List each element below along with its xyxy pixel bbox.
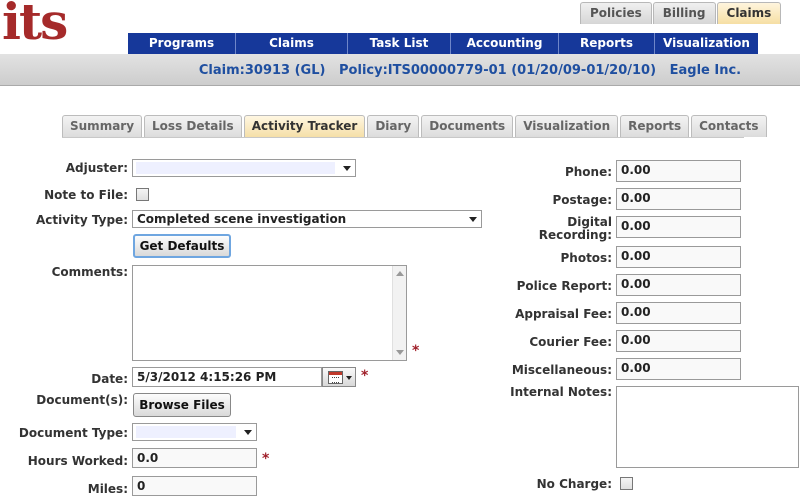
nav-visualization[interactable]: Visualization [655, 33, 758, 54]
appraisal-fee-input[interactable]: 0.00 [616, 302, 741, 324]
calendar-picker-button[interactable] [322, 367, 356, 387]
chevron-down-icon [343, 166, 351, 171]
appraisal-fee-label: Appraisal Fee: [515, 307, 612, 321]
tab-visualization[interactable]: Visualization [515, 115, 619, 137]
comments-scrollbar[interactable] [392, 266, 406, 360]
tab-policies[interactable]: Policies [580, 2, 652, 24]
adjuster-select[interactable] [132, 159, 356, 177]
note-to-file-label: Note to File: [44, 188, 128, 202]
nav-programs[interactable]: Programs [128, 33, 236, 54]
required-mark: * [361, 368, 369, 384]
document-type-label: Document Type: [18, 426, 128, 440]
browse-files-button[interactable]: Browse Files [133, 393, 231, 417]
chevron-down-icon [244, 430, 252, 435]
postage-input[interactable]: 0.00 [616, 188, 741, 210]
activity-type-label: Activity Type: [35, 213, 128, 227]
tab-reports[interactable]: Reports [620, 115, 690, 137]
required-mark: * [412, 343, 420, 359]
its-logo: its [2, 0, 68, 51]
tab-billing[interactable]: Billing [652, 2, 716, 24]
no-charge-label: No Charge: [536, 477, 612, 491]
comments-textarea[interactable] [132, 265, 407, 361]
get-defaults-button[interactable]: Get Defaults [133, 234, 231, 258]
scroll-up-icon [396, 271, 404, 276]
miles-input[interactable]: 0 [132, 476, 257, 496]
chevron-down-icon [469, 217, 477, 222]
no-charge-checkbox[interactable] [620, 477, 633, 490]
adjuster-label: Adjuster: [65, 161, 128, 175]
nav-accounting[interactable]: Accounting [451, 33, 559, 54]
tab-activity-tracker[interactable]: Activity Tracker [243, 115, 366, 137]
document-type-select[interactable] [132, 423, 257, 441]
courier-fee-input[interactable]: 0.00 [616, 330, 741, 352]
photos-label: Photos: [560, 251, 612, 265]
digital-recording-input[interactable]: 0.00 [616, 216, 741, 238]
postage-label: Postage: [552, 193, 612, 207]
chevron-down-icon [346, 376, 352, 380]
internal-notes-label: Internal Notes: [510, 385, 612, 399]
scroll-down-icon [396, 350, 404, 355]
police-report-input[interactable]: 0.00 [616, 274, 741, 296]
tab-contacts[interactable]: Contacts [691, 115, 767, 137]
main-nav: Programs Claims Task List Accounting Rep… [128, 33, 758, 54]
nav-claims[interactable]: Claims [236, 33, 348, 54]
nav-reports[interactable]: Reports [559, 33, 655, 54]
police-report-label: Police Report: [516, 279, 612, 293]
date-input[interactable]: 5/3/2012 4:15:26 PM [132, 367, 322, 387]
comments-label: Comments: [51, 265, 128, 279]
miscellaneous-input[interactable]: 0.00 [616, 358, 741, 380]
tab-loss-details[interactable]: Loss Details [144, 115, 242, 137]
phone-label: Phone: [564, 165, 612, 179]
module-tabs: Policies Billing Claims [580, 2, 782, 24]
activity-type-select[interactable]: Completed scene investigation [132, 210, 482, 228]
date-label: Date: [91, 372, 128, 386]
hours-worked-input[interactable]: 0.0 [132, 448, 257, 468]
tab-documents[interactable]: Documents [421, 115, 514, 137]
digital-recording-label-1: Digital [567, 215, 612, 229]
tab-claims[interactable]: Claims [716, 2, 782, 24]
tab-diary[interactable]: Diary [367, 115, 420, 137]
digital-recording-label-2: Recording: [538, 228, 612, 242]
claim-summary-text: Claim:30913 (GL) Policy:ITS00000779-01 (… [198, 63, 742, 78]
phone-input[interactable]: 0.00 [616, 160, 741, 182]
miscellaneous-label: Miscellaneous: [511, 363, 612, 377]
photos-input[interactable]: 0.00 [616, 246, 741, 268]
miles-label: Miles: [87, 482, 128, 496]
documents-label: Document(s): [36, 393, 128, 407]
tab-divider [62, 137, 744, 138]
activity-type-value: Completed scene investigation [137, 212, 347, 226]
courier-fee-label: Courier Fee: [529, 335, 612, 349]
tab-summary[interactable]: Summary [62, 115, 143, 137]
claim-header-bar: Claim:30913 (GL) Policy:ITS00000779-01 (… [0, 54, 800, 86]
required-mark: * [262, 451, 270, 467]
hours-worked-label: Hours Worked: [27, 454, 128, 468]
claim-sub-tabs: Summary Loss Details Activity Tracker Di… [62, 115, 769, 137]
calendar-icon [328, 371, 343, 384]
note-to-file-checkbox[interactable] [136, 188, 149, 201]
nav-task-list[interactable]: Task List [348, 33, 451, 54]
internal-notes-textarea[interactable] [616, 386, 799, 468]
